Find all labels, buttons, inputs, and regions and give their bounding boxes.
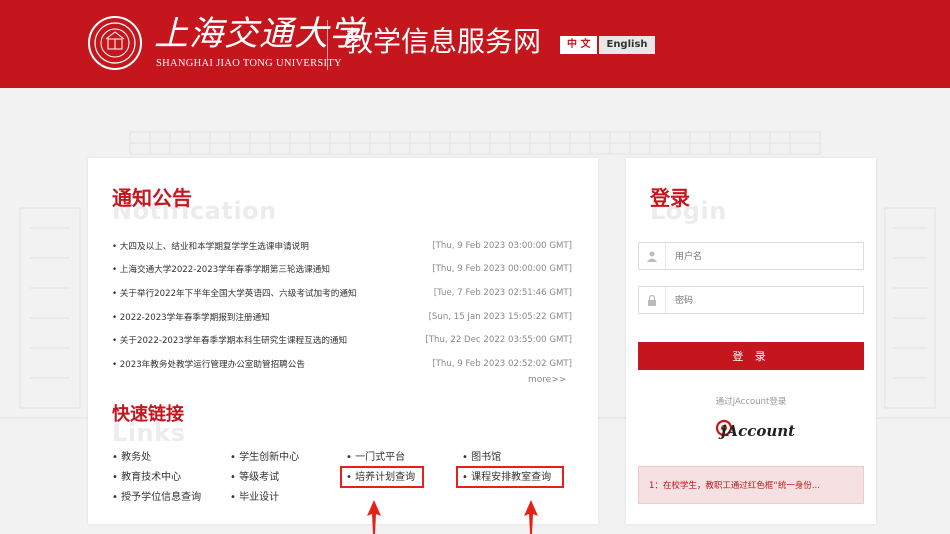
top-header: 上海交通大学 Shanghai Jiao Tong University 教学信… <box>0 0 950 88</box>
notice-item[interactable]: • 关于2022-2023学年春季学期本科生研究生课程互选的通知 [Thu, 22… <box>112 328 572 352</box>
highlight-box-training-plan <box>340 466 424 488</box>
jaccount-logo[interactable]: jAccount <box>712 410 802 450</box>
password-field[interactable] <box>638 286 864 314</box>
highlight-box-course-classroom <box>456 466 564 488</box>
login-tip-banner: 1：在校学生，教职工通过红色框“统一身份... <box>638 466 864 504</box>
lang-zh-button[interactable]: 中 文 <box>560 36 598 54</box>
notice-item-title[interactable]: • 关于2022-2023学年春季学期本科生研究生课程互选的通知 <box>112 334 347 346</box>
jaccount-logo-text: jAccount <box>721 422 796 440</box>
link-student-innovation[interactable]: • 学生创新中心 <box>230 448 299 463</box>
login-button[interactable]: 登 录 <box>638 342 864 370</box>
notice-title: 通知公告 <box>112 186 192 210</box>
notice-item-title[interactable]: • 大四及以上、结业和本学期复学学生选课申请说明 <box>112 240 309 252</box>
notice-item[interactable]: • 上海交通大学2022-2023学年春季学期第三轮选课通知 [Thu, 9 Fe… <box>112 258 572 282</box>
notice-item-date: [Thu, 9 Feb 2023 03:00:00 GMT] <box>432 240 572 251</box>
notice-item-title[interactable]: • 2022-2023学年春季学期报到注册通知 <box>112 311 270 323</box>
notice-item[interactable]: • 大四及以上、结业和本学期复学学生选课申请说明 [Thu, 9 Feb 2023… <box>112 234 572 258</box>
link-one-stop-platform[interactable]: • 一门式平台 <box>346 448 405 463</box>
sjtu-emblem-icon <box>88 16 142 70</box>
link-edu-tech-center[interactable]: • 教育技术中心 <box>112 468 181 483</box>
notice-item-date: [Thu, 9 Feb 2023 02:52:02 GMT] <box>432 358 572 369</box>
link-degree-info[interactable]: • 授予学位信息查询 <box>112 488 201 503</box>
notice-list: • 大四及以上、结业和本学期复学学生选课申请说明 [Thu, 9 Feb 2023… <box>112 234 572 376</box>
notice-item-date: [Sun, 15 Jan 2023 15:05:22 GMT] <box>428 311 572 322</box>
university-name-cn: 上海交通大学 <box>154 14 364 54</box>
link-graduation-design[interactable]: • 毕业设计 <box>230 488 279 503</box>
notice-item[interactable]: • 关于举行2022年下半年全国大学英语四、六级考试加考的通知 [Tue, 7 F… <box>112 281 572 305</box>
username-field[interactable] <box>638 242 864 270</box>
link-library[interactable]: • 图书馆 <box>462 448 501 463</box>
user-icon <box>639 243 666 269</box>
username-input[interactable] <box>673 247 857 267</box>
notice-item-date: [Tue, 7 Feb 2023 02:51:46 GMT] <box>433 287 572 298</box>
notice-item-title[interactable]: • 关于举行2022年下半年全国大学英语四、六级考试加考的通知 <box>112 287 357 299</box>
annotation-arrow-icon <box>524 500 538 534</box>
annotation-arrow-icon <box>367 500 381 534</box>
link-level-exam[interactable]: • 等级考试 <box>230 468 279 483</box>
university-name-en: Shanghai Jiao Tong University <box>156 58 342 69</box>
notice-item-date: [Thu, 22 Dec 2022 03:55:00 GMT] <box>425 335 572 346</box>
login-title: 登录 <box>650 186 690 210</box>
notice-item-date: [Thu, 9 Feb 2023 00:00:00 GMT] <box>432 264 572 275</box>
notice-item-title[interactable]: • 上海交通大学2022-2023学年春季学期第三轮选课通知 <box>112 263 330 275</box>
header-divider <box>327 20 328 70</box>
system-title: 教学信息服务网 <box>345 25 542 58</box>
links-title: 快速链接 <box>112 404 184 425</box>
notice-item[interactable]: • 2022-2023学年春季学期报到注册通知 [Sun, 15 Jan 2023… <box>112 305 572 329</box>
jaccount-login-label[interactable]: 通过jAccount登录 <box>626 395 876 407</box>
more-link[interactable]: more>> <box>528 375 566 385</box>
notice-item[interactable]: • 2023年教务处教学运行管理办公室助管招聘公告 [Thu, 9 Feb 202… <box>112 352 572 376</box>
login-panel: Login 登录 登 录 通过jAccount登录 jAccount 1：在校学… <box>626 158 876 524</box>
lock-icon <box>639 287 666 313</box>
password-input[interactable] <box>673 291 857 311</box>
lang-en-button[interactable]: English <box>599 36 655 54</box>
notice-panel: Notification 通知公告 • 大四及以上、结业和本学期复学学生选课申请… <box>88 158 598 524</box>
language-switcher: 中 文 English <box>560 36 655 54</box>
notice-item-title[interactable]: • 2023年教务处教学运行管理办公室助管招聘公告 <box>112 358 305 370</box>
link-jiaowuchu[interactable]: • 教务处 <box>112 448 151 463</box>
